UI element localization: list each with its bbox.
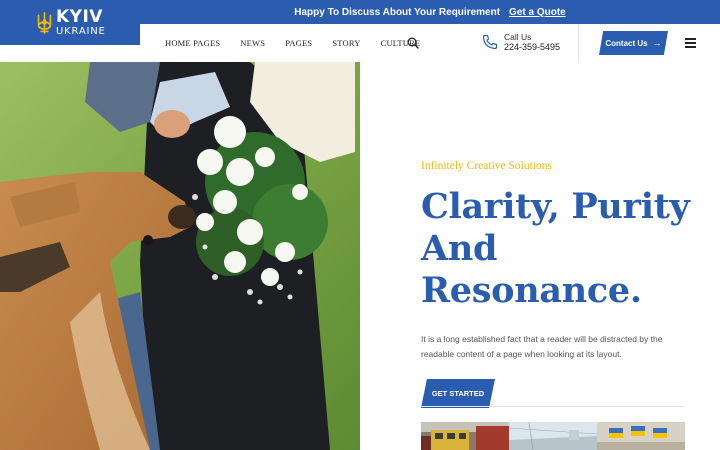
- hero-content: Infinitely Creative Solutions Clarity, P…: [421, 160, 691, 408]
- arrow-right-icon: →: [652, 38, 662, 48]
- thumbnail-flags[interactable]: [597, 422, 685, 450]
- header-divider: [578, 24, 579, 62]
- contact-us-button[interactable]: Contact Us →: [599, 31, 668, 55]
- nav-item-pages[interactable]: PAGES: [285, 38, 312, 48]
- nav-item-story[interactable]: STORY: [332, 38, 360, 48]
- headline-line-3: Resonance.: [421, 270, 642, 311]
- get-quote-link[interactable]: Get a Quote: [509, 7, 566, 18]
- announcement-text: Happy To Discuss About Your Requirement: [294, 6, 501, 18]
- search-icon[interactable]: [407, 37, 419, 49]
- thumbnail-street[interactable]: [509, 422, 597, 450]
- top-announcement-bar: Happy To Discuss About Your Requirement …: [140, 0, 720, 24]
- get-started-button[interactable]: GET STARTED: [421, 379, 495, 408]
- nav-item-home-pages[interactable]: HOME PAGES: [165, 38, 220, 48]
- nav-item-news[interactable]: NEWS: [240, 38, 265, 48]
- contact-us-label: Contact Us: [605, 38, 648, 48]
- section-divider: [421, 406, 685, 407]
- headline-line-2: And: [421, 228, 498, 269]
- hero-tagline: Infinitely Creative Solutions: [421, 160, 552, 172]
- logo-title: KYIV: [56, 6, 103, 27]
- logo[interactable]: KYIV UKRAINE: [0, 0, 140, 45]
- main-header: HOME PAGES NEWS PAGES STORY CULTURE Call…: [140, 24, 720, 62]
- deer-bouquet-illustration: [0, 62, 360, 450]
- call-us-block[interactable]: Call Us 224-359-5495: [482, 32, 560, 53]
- thumbnail-strip: [421, 422, 685, 450]
- phone-icon: [482, 35, 498, 50]
- hamburger-menu-icon[interactable]: [685, 38, 697, 48]
- phone-number[interactable]: 224-359-5495: [504, 42, 560, 53]
- hero-description: It is a long established fact that a rea…: [421, 334, 663, 359]
- logo-subtitle: UKRAINE: [56, 25, 106, 37]
- headline-line-1: Clarity, Purity: [421, 186, 690, 227]
- call-us-label: Call Us: [504, 32, 532, 42]
- main-navigation: HOME PAGES NEWS PAGES STORY CULTURE: [165, 24, 440, 62]
- thumbnail-tram[interactable]: [421, 422, 509, 450]
- hero-image: [0, 62, 360, 450]
- hero-headline: Clarity, Purity And Resonance.: [421, 186, 691, 312]
- trident-icon: [37, 11, 52, 34]
